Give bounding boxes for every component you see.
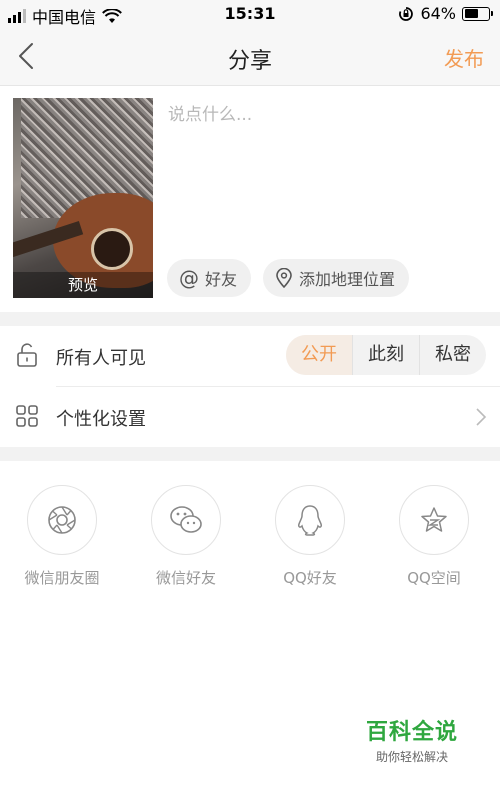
compose-area: 预览 说点什么... @ 好友 添加地理位置: [0, 86, 500, 312]
share-label: 微信好友: [155, 569, 216, 587]
status-bar: 中国电信 15:31 64%: [0, 0, 500, 28]
section-separator: [0, 312, 500, 326]
section-separator: [0, 447, 500, 461]
publish-button[interactable]: 发布: [444, 43, 484, 72]
mention-friends-button[interactable]: @ 好友: [167, 259, 252, 297]
visibility-row: 所有人可见 公开 此刻 私密: [0, 326, 500, 386]
watermark-subtitle: 助你轻松解决: [375, 750, 448, 764]
share-label: QQ空间: [407, 569, 461, 587]
watermark-title: 百科全说: [365, 720, 458, 745]
at-icon: @: [179, 266, 199, 290]
preview-label[interactable]: 预览: [13, 272, 153, 298]
share-wechat-friends[interactable]: 微信好友: [131, 485, 241, 588]
wechat-moments-icon: [27, 485, 97, 555]
share-qq-friends[interactable]: QQ好友: [255, 485, 365, 588]
photo-thumbnail[interactable]: 预览: [13, 98, 153, 298]
watermark-logo: 百科全说 助你轻松解决: [366, 714, 458, 765]
grid-icon: [16, 405, 38, 427]
personalization-label: 个性化设置: [56, 409, 146, 430]
personalization-row[interactable]: 个性化设置: [0, 387, 500, 447]
share-label: QQ好友: [283, 569, 337, 587]
visibility-label: 所有人可见: [56, 348, 146, 369]
mention-label: 好友: [205, 270, 238, 289]
chevron-right-icon: [476, 408, 487, 426]
visibility-segmented-control: 公开 此刻 私密: [286, 335, 486, 375]
battery-percent: 64%: [420, 4, 456, 23]
visibility-option-private[interactable]: 私密: [419, 335, 486, 375]
share-qzone[interactable]: QQ空间: [379, 485, 489, 588]
status-right: 64%: [398, 4, 493, 23]
qq-icon: [275, 485, 345, 555]
share-label: 微信朋友圈: [24, 569, 100, 587]
wechat-icon: [151, 485, 221, 555]
unlock-icon: [17, 343, 37, 367]
share-wechat-moments[interactable]: 微信朋友圈: [7, 485, 117, 588]
rotation-lock-icon: [399, 6, 414, 21]
add-location-button[interactable]: 添加地理位置: [263, 259, 410, 297]
location-label: 添加地理位置: [299, 270, 396, 289]
post-text-input[interactable]: 说点什么...: [168, 100, 252, 125]
page-title: 分享: [227, 49, 272, 74]
qzone-icon: [399, 485, 469, 555]
nav-bar: 分享 发布: [0, 28, 500, 86]
visibility-option-public[interactable]: 公开: [286, 335, 352, 375]
location-pin-icon: [276, 268, 292, 288]
battery-icon: [462, 6, 493, 21]
visibility-option-moment[interactable]: 此刻: [352, 335, 419, 375]
